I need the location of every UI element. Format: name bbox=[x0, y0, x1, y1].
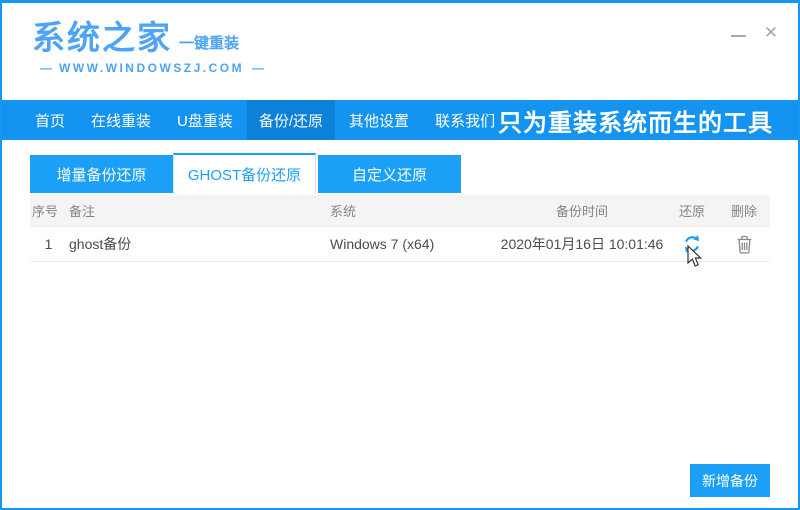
table-row: 1 ghost备份 Windows 7 (x64) 2020年01月16日 10… bbox=[30, 227, 770, 262]
minimize-button[interactable] bbox=[726, 23, 752, 45]
minimize-icon bbox=[731, 35, 746, 37]
delete-button[interactable] bbox=[718, 227, 770, 261]
col-header-system: 系统 bbox=[330, 204, 357, 219]
col-header-note: 备注 bbox=[69, 204, 96, 219]
close-icon: ✕ bbox=[763, 23, 779, 42]
close-button[interactable]: ✕ bbox=[758, 23, 784, 45]
cell-system: Windows 7 (x64) bbox=[330, 236, 435, 252]
app-window: 系统之家 一键重装 — WWW.WINDOWSZJ.COM — ✕ 首页 在线重… bbox=[0, 0, 800, 510]
cell-index: 1 bbox=[44, 236, 53, 252]
tab-custom-restore[interactable]: 自定义还原 bbox=[318, 155, 461, 193]
restore-refresh-icon bbox=[684, 235, 700, 253]
window-controls: ✕ bbox=[726, 23, 784, 45]
nav-item-other-settings[interactable]: 其他设置 bbox=[337, 100, 421, 140]
tab-ghost-backup-restore[interactable]: GHOST备份还原 bbox=[173, 153, 316, 194]
nav-item-backup-restore[interactable]: 备份/还原 bbox=[246, 100, 336, 140]
website-text: WWW.WINDOWSZJ.COM bbox=[59, 61, 245, 75]
cell-backup-time: 2020年01月16日 10:01:46 bbox=[500, 236, 664, 252]
col-header-backup-time: 备份时间 bbox=[555, 204, 608, 219]
dash-left: — bbox=[40, 61, 52, 75]
dash-right: — bbox=[252, 61, 264, 75]
cell-note: ghost备份 bbox=[69, 236, 132, 252]
trash-icon bbox=[737, 235, 751, 254]
main-nav: 首页 在线重装 U盘重装 备份/还原 其他设置 联系我们 只为重装系统而生的工具 bbox=[2, 100, 798, 140]
logo-subtitle: 一键重装 bbox=[179, 35, 240, 52]
col-header-index: 序号 bbox=[32, 204, 59, 219]
nav-item-usb-reinstall[interactable]: U盘重装 bbox=[165, 100, 245, 140]
logo-title: 系统之家 bbox=[32, 19, 172, 56]
col-header-delete: 删除 bbox=[730, 204, 757, 219]
add-backup-button[interactable]: 新增备份 bbox=[690, 464, 770, 497]
nav-item-contact-us[interactable]: 联系我们 bbox=[423, 100, 507, 140]
restore-button[interactable] bbox=[666, 227, 718, 261]
backup-tabs: 增量备份还原 GHOST备份还原 自定义还原 bbox=[30, 153, 461, 194]
nav-item-online-reinstall[interactable]: 在线重装 bbox=[79, 100, 163, 140]
app-header: 系统之家 一键重装 — WWW.WINDOWSZJ.COM — ✕ bbox=[2, 3, 798, 100]
brand-logo: 系统之家 一键重装 — WWW.WINDOWSZJ.COM — bbox=[32, 21, 271, 75]
col-header-restore: 还原 bbox=[678, 204, 705, 219]
table-header-row: 序号 备注 系统 备份时间 还原 删除 bbox=[30, 195, 770, 227]
logo-website: — WWW.WINDOWSZJ.COM — bbox=[32, 61, 271, 75]
backup-table: 序号 备注 系统 备份时间 还原 删除 1 ghost备份 Windows 7 … bbox=[30, 195, 770, 262]
tab-incremental-backup-restore[interactable]: 增量备份还原 bbox=[30, 155, 173, 193]
nav-slogan: 只为重装系统而生的工具 bbox=[498, 109, 773, 137]
nav-item-home[interactable]: 首页 bbox=[23, 100, 77, 140]
